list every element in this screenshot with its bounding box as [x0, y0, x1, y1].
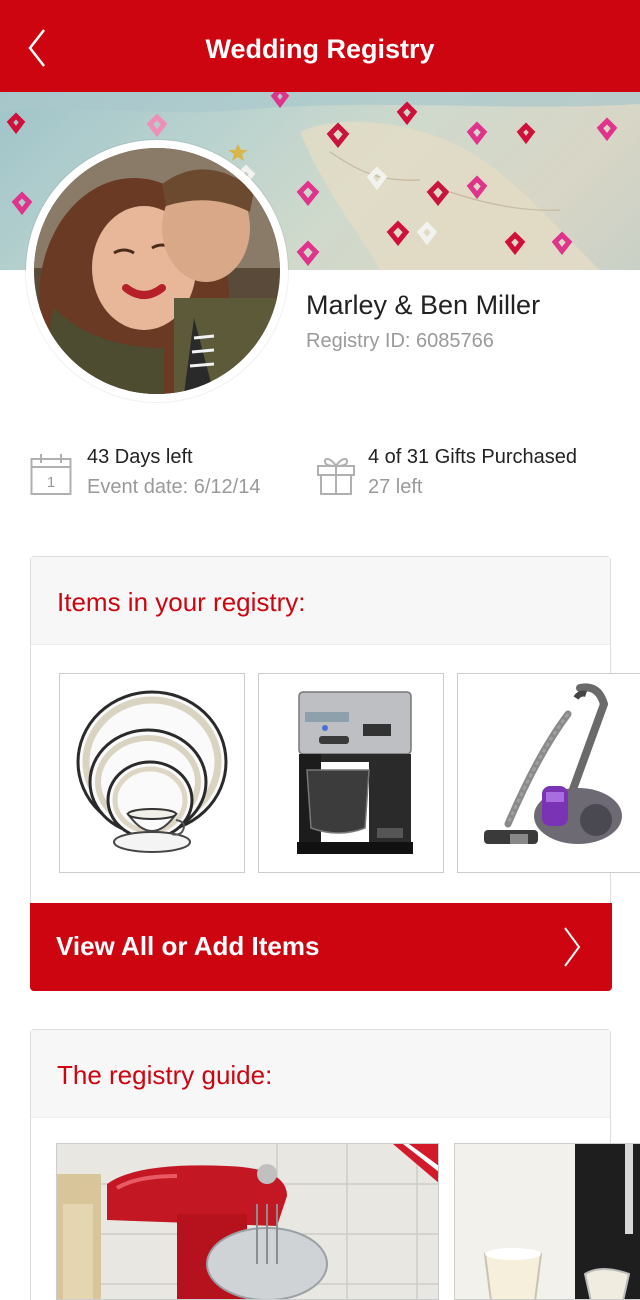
couple-photo [34, 148, 280, 394]
registry-items-carousel[interactable] [31, 645, 640, 873]
registry-items-card: Items in your registry: View All or Add … [30, 556, 640, 991]
calendar-icon: 1 [30, 454, 72, 495]
chevron-right-icon [564, 927, 581, 967]
registry-items-title: Items in your registry: [57, 587, 306, 617]
days-left-label: 43 Days left [87, 446, 193, 468]
registry-guide-header: The registry guide: [31, 1030, 610, 1118]
view-all-or-add-items-button[interactable]: View All or Add Items [30, 903, 612, 991]
top-app-bar: Wedding Registry [0, 0, 640, 92]
registry-item-vacuum[interactable] [457, 673, 640, 873]
registry-item-coffee-maker[interactable] [258, 673, 444, 873]
gifts-purchased-label: 4 of 31 Gifts Purchased [368, 446, 578, 468]
registry-guide-carousel[interactable] [0, 1143, 640, 1300]
coffee-maker-image [297, 691, 413, 854]
registry-items-header: Items in your registry: [31, 557, 610, 645]
couple-name: Marley & Ben Miller [306, 290, 541, 320]
vacuum-image [484, 683, 622, 844]
couple-avatar-frame [26, 140, 288, 402]
event-date-label: Event date: 6/12/14 [87, 476, 261, 498]
glassware-image [455, 1144, 640, 1299]
stand-mixer-image [57, 1144, 438, 1299]
dinnerware-image [76, 690, 228, 853]
registry-item-dinnerware[interactable] [59, 673, 245, 873]
guide-article-glassware[interactable] [454, 1143, 640, 1300]
gift-icon [317, 458, 355, 495]
view-all-or-add-items-label: View All or Add Items [56, 931, 320, 961]
guide-article-stand-mixer[interactable] [56, 1143, 439, 1300]
svg-text:1: 1 [47, 474, 55, 491]
registry-id: Registry ID: 6085766 [306, 330, 494, 352]
avatar [34, 148, 280, 394]
page-title: Wedding Registry [205, 34, 435, 64]
gifts-left-label: 27 left [368, 476, 423, 498]
registry-guide-title: The registry guide: [57, 1060, 273, 1090]
